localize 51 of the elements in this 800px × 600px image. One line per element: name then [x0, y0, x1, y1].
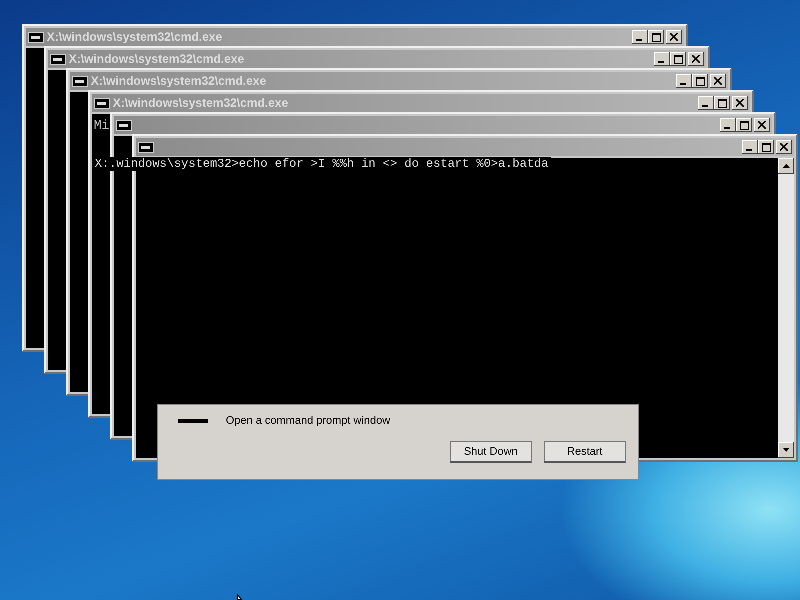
- close-icon: [670, 33, 678, 41]
- maximize-button[interactable]: [670, 52, 686, 66]
- console-text: X:.windows\system32>echo efor >I %%h in <> do estart %0>a.batda: [93, 157, 551, 171]
- maximize-icon: [696, 76, 704, 86]
- window-title: X:\windows\system32\cmd.exe: [47, 30, 222, 44]
- maximize-icon: [674, 54, 682, 64]
- close-button[interactable]: [754, 118, 770, 132]
- minimize-button[interactable]: [676, 74, 692, 88]
- console-app-icon: [94, 98, 110, 108]
- option-description: Open a command prompt window: [226, 415, 390, 427]
- close-icon: [714, 77, 722, 85]
- maximize-button[interactable]: [714, 96, 730, 110]
- maximize-button[interactable]: [648, 30, 664, 44]
- vertical-scrollbar[interactable]: [778, 158, 794, 458]
- close-button[interactable]: [666, 30, 682, 44]
- console-app-icon: [50, 54, 66, 64]
- dialog-button[interactable]: Shut Down: [450, 441, 532, 463]
- window-title: X:\windows\system32\cmd.exe: [69, 52, 244, 66]
- console-app-icon: [72, 76, 88, 86]
- console-app-icon: [28, 32, 44, 42]
- minimize-button[interactable]: [654, 52, 670, 66]
- minimize-button[interactable]: [720, 118, 736, 132]
- minimize-button[interactable]: [742, 140, 758, 154]
- scroll-up-button[interactable]: [778, 158, 794, 174]
- maximize-icon: [740, 120, 748, 130]
- up-arrow-icon: [782, 164, 790, 168]
- console-icon: [178, 419, 208, 423]
- window-title: X:\windows\system32\cmd.exe: [91, 74, 266, 88]
- minimize-button[interactable]: [632, 30, 648, 44]
- maximize-button[interactable]: [758, 140, 774, 154]
- maximize-icon: [718, 98, 726, 108]
- close-icon: [736, 99, 744, 107]
- dialog-button[interactable]: Restart: [544, 441, 626, 463]
- maximize-button[interactable]: [692, 74, 708, 88]
- close-icon: [692, 55, 700, 63]
- close-button[interactable]: [776, 140, 792, 154]
- maximize-icon: [762, 142, 770, 152]
- window-title: X:\windows\system32\cmd.exe: [113, 96, 288, 110]
- close-button[interactable]: [710, 74, 726, 88]
- minimize-button[interactable]: [698, 96, 714, 110]
- maximize-button[interactable]: [736, 118, 752, 132]
- console-text: Mi: [94, 118, 110, 133]
- close-button[interactable]: [732, 96, 748, 110]
- close-icon: [758, 121, 766, 129]
- close-button[interactable]: [688, 52, 704, 66]
- scroll-down-button[interactable]: [778, 442, 794, 458]
- close-icon: [780, 143, 788, 151]
- maximize-icon: [652, 32, 660, 42]
- console-app-icon: [138, 142, 154, 152]
- console-app-icon: [116, 120, 132, 130]
- down-arrow-icon: [782, 448, 790, 452]
